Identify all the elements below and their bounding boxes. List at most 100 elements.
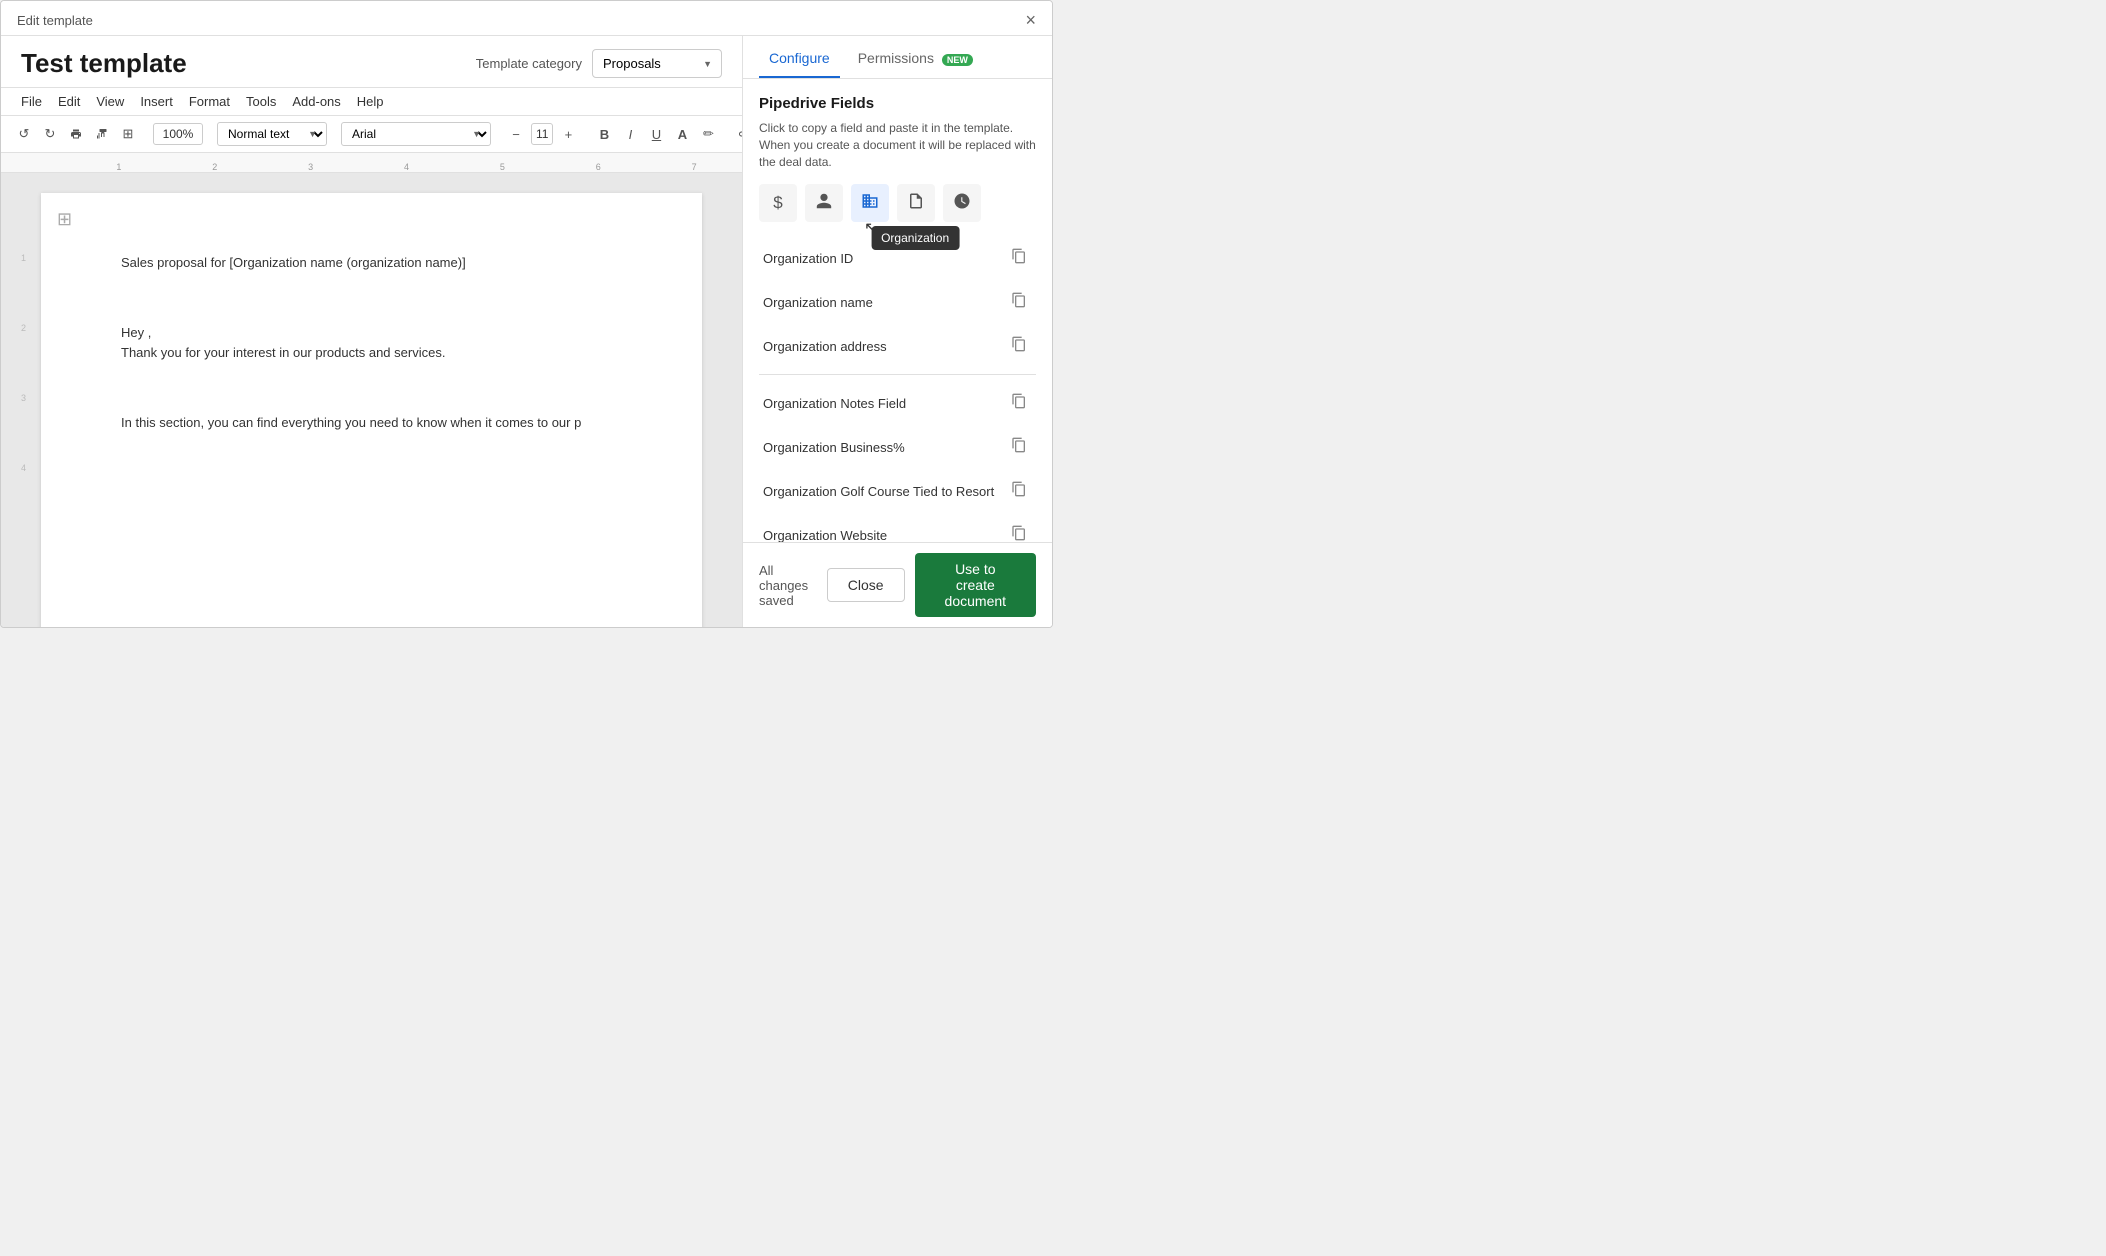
table-icon: ⊞ bbox=[57, 209, 72, 230]
field-list: Organization ID Organization name bbox=[759, 236, 1036, 542]
editor-section: Test template Template category Proposal… bbox=[1, 36, 742, 627]
font-color-button[interactable]: A bbox=[671, 124, 693, 145]
field-name-org-notes: Organization Notes Field bbox=[763, 395, 1006, 413]
clone-button[interactable]: ⊞ bbox=[117, 123, 139, 145]
organization-category-button[interactable] bbox=[851, 184, 889, 222]
toolbar: ↺ ↻ ⊞ 100% Normal text Heading 1 Heading… bbox=[1, 116, 742, 153]
copy-org-notes-button[interactable] bbox=[1006, 390, 1032, 416]
person-category-button[interactable] bbox=[805, 184, 843, 222]
dialog-close-button[interactable]: × bbox=[1025, 11, 1036, 29]
field-item-org-business[interactable]: Organization Business% bbox=[759, 425, 1036, 469]
copy-icon-3 bbox=[1011, 336, 1027, 356]
deal-icon: $ bbox=[773, 193, 782, 213]
undo-button[interactable]: ↺ bbox=[13, 123, 35, 145]
line-num-1: 1 bbox=[21, 253, 26, 263]
font-size-display[interactable]: 11 bbox=[531, 123, 553, 145]
ruler-tick-5: 5 bbox=[454, 162, 550, 172]
redo-button[interactable]: ↻ bbox=[39, 123, 61, 145]
copy-icon-6 bbox=[1011, 481, 1027, 501]
tab-configure-label: Configure bbox=[769, 50, 830, 66]
link-button[interactable] bbox=[733, 124, 742, 144]
template-title: Test template bbox=[21, 48, 187, 79]
style-select[interactable]: Normal text Heading 1 Heading 2 bbox=[217, 122, 327, 146]
deal-category-button[interactable]: $ bbox=[759, 184, 797, 222]
field-item-org-id[interactable]: Organization ID bbox=[759, 236, 1036, 280]
pipedrive-fields-title: Pipedrive Fields bbox=[759, 95, 1036, 112]
font-size-dec-button[interactable]: − bbox=[505, 124, 527, 145]
menu-bar: File Edit View Insert Format Tools Add-o… bbox=[1, 88, 742, 116]
use-to-create-button[interactable]: Use to create document bbox=[915, 553, 1036, 617]
document-category-button[interactable] bbox=[897, 184, 935, 222]
time-category-button[interactable] bbox=[943, 184, 981, 222]
font-select[interactable]: Arial Times New Roman Courier New bbox=[341, 122, 491, 146]
field-name-org-golf: Organization Golf Course Tied to Resort bbox=[763, 483, 1006, 501]
doc-content[interactable]: Sales proposal for [Organization name (o… bbox=[121, 253, 622, 434]
doc-para-2 bbox=[121, 288, 622, 309]
copy-icon-2 bbox=[1011, 292, 1027, 312]
field-item-org-name[interactable]: Organization name bbox=[759, 280, 1036, 324]
sidebar-tabs: Configure Permissions NEW bbox=[743, 36, 1052, 79]
doc-para-3: Hey ,Thank you for your interest in our … bbox=[121, 323, 622, 365]
tab-permissions-label: Permissions bbox=[858, 50, 934, 66]
permissions-badge: NEW bbox=[942, 54, 973, 66]
bold-button[interactable]: B bbox=[593, 124, 615, 145]
tab-configure[interactable]: Configure bbox=[759, 36, 840, 78]
zoom-display[interactable]: 100% bbox=[153, 123, 203, 145]
copy-org-id-button[interactable] bbox=[1006, 245, 1032, 271]
copy-org-address-button[interactable] bbox=[1006, 333, 1032, 359]
field-item-org-website[interactable]: Organization Website bbox=[759, 513, 1036, 542]
ruler-tick-4: 4 bbox=[359, 162, 455, 172]
organization-icon bbox=[861, 192, 879, 215]
menu-file[interactable]: File bbox=[21, 92, 42, 111]
menu-format[interactable]: Format bbox=[189, 92, 230, 111]
underline-button[interactable]: U bbox=[645, 124, 667, 145]
field-category-icons: $ bbox=[759, 184, 1036, 222]
app-window: Edit template × Test template Template c… bbox=[0, 0, 1053, 628]
line-numbers: 1 2 3 4 bbox=[21, 253, 26, 473]
copy-org-website-button[interactable] bbox=[1006, 522, 1032, 542]
field-sep-1 bbox=[759, 374, 1036, 375]
field-name-org-id: Organization ID bbox=[763, 250, 1006, 268]
sidebar-content: Pipedrive Fields Click to copy a field a… bbox=[743, 79, 1052, 542]
menu-insert[interactable]: Insert bbox=[140, 92, 173, 111]
template-category-wrapper: Template category Proposals Contracts Qu… bbox=[476, 49, 722, 78]
field-name-org-website: Organization Website bbox=[763, 527, 1006, 542]
pipedrive-fields-desc: Click to copy a field and paste it in th… bbox=[759, 120, 1036, 170]
menu-edit[interactable]: Edit bbox=[58, 92, 80, 111]
copy-org-golf-button[interactable] bbox=[1006, 478, 1032, 504]
menu-addons[interactable]: Add-ons bbox=[292, 92, 340, 111]
copy-org-business-button[interactable] bbox=[1006, 434, 1032, 460]
field-item-org-notes[interactable]: Organization Notes Field bbox=[759, 381, 1036, 425]
print-button[interactable] bbox=[65, 124, 87, 144]
menu-tools[interactable]: Tools bbox=[246, 92, 276, 111]
ruler-tick-1: 1 bbox=[71, 162, 167, 172]
menu-view[interactable]: View bbox=[96, 92, 124, 111]
field-name-org-address: Organization address bbox=[763, 338, 1006, 356]
paintformat-button[interactable] bbox=[91, 124, 113, 144]
tab-permissions[interactable]: Permissions NEW bbox=[848, 36, 983, 78]
ruler-tick-6: 6 bbox=[550, 162, 646, 172]
copy-icon-7 bbox=[1011, 525, 1027, 542]
copy-icon bbox=[1011, 248, 1027, 268]
ruler-tick-2: 2 bbox=[167, 162, 263, 172]
ruler-line: 1 2 3 4 5 6 7 bbox=[1, 153, 742, 172]
italic-button[interactable]: I bbox=[619, 124, 641, 145]
highlight-button[interactable]: ✏ bbox=[697, 123, 719, 145]
document-page[interactable]: ⊞ Sales proposal for [Organization name … bbox=[41, 193, 702, 627]
category-select[interactable]: Proposals Contracts Quotes Other bbox=[592, 49, 722, 78]
field-item-org-golf[interactable]: Organization Golf Course Tied to Resort bbox=[759, 469, 1036, 513]
field-item-org-address[interactable]: Organization address bbox=[759, 324, 1036, 368]
category-select-wrapper: Proposals Contracts Quotes Other bbox=[592, 49, 722, 78]
field-name-org-business: Organization Business% bbox=[763, 439, 1006, 457]
line-num-3: 3 bbox=[21, 393, 26, 403]
sidebar: Configure Permissions NEW Pipedrive Fiel… bbox=[742, 36, 1052, 627]
close-button[interactable]: Close bbox=[827, 568, 905, 602]
line-num-4: 4 bbox=[21, 463, 26, 473]
copy-org-name-button[interactable] bbox=[1006, 289, 1032, 315]
ruler: 1 2 3 4 5 6 7 bbox=[1, 153, 742, 173]
menu-help[interactable]: Help bbox=[357, 92, 384, 111]
line-num-2: 2 bbox=[21, 323, 26, 333]
document-icon bbox=[907, 192, 925, 215]
title-bar: Edit template × bbox=[1, 1, 1052, 36]
font-size-inc-button[interactable]: + bbox=[557, 124, 579, 145]
